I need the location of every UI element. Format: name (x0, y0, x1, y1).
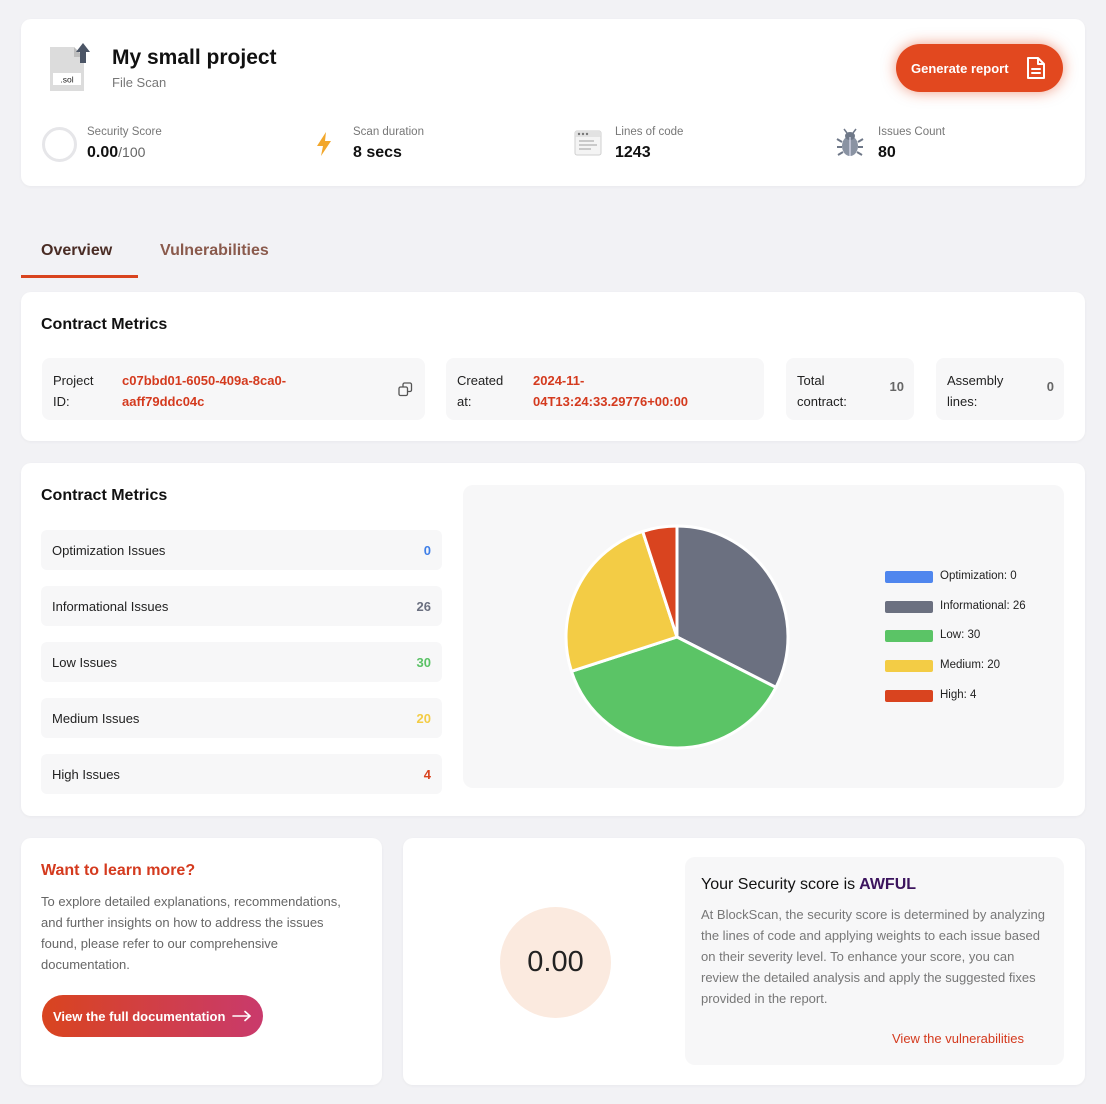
issues-count-stat: Issues Count 80 (836, 125, 1036, 169)
created-at-box: Created at: 2024-11- 04T13:24:33.29776+00:… (446, 358, 764, 420)
issue-value: 26 (416, 599, 431, 614)
project-header-card: .sol My small project File Scan Generate… (21, 19, 1085, 186)
view-documentation-button[interactable]: View the full documentation (42, 995, 263, 1037)
legend-label: Low: 30 (940, 629, 981, 641)
project-id-value: c07bbd01-6050-409a-8ca0- aaff79ddc04c (122, 373, 287, 409)
score-circle: 0.00 (500, 907, 611, 1018)
lightning-icon (317, 132, 331, 156)
total-contract-box: Total contract: 10 (786, 358, 914, 420)
legend-swatch (885, 571, 933, 583)
lines-of-code-stat: Lines of code 1243 (574, 125, 774, 169)
score-ring-icon (42, 127, 77, 162)
learn-more-text: To explore detailed explanations, recomm… (41, 894, 341, 972)
legend-label: Optimization: 0 (940, 570, 1017, 582)
issue-value: 30 (416, 655, 431, 670)
generate-report-label: Generate report (911, 60, 1009, 76)
issue-label: Medium Issues (52, 711, 140, 726)
assembly-lines-box: Assembly lines: 0 (936, 358, 1064, 420)
assembly-lines-label: Assembly lines: (947, 373, 1004, 409)
security-score-card: 0.00 Your Security score is AWFUL At Bloc… (403, 838, 1085, 1085)
learn-more-title: Want to learn more? (41, 862, 196, 879)
scan-duration-stat: Scan duration 8 secs (314, 125, 514, 169)
issue-value: 20 (416, 711, 431, 726)
issue-label: Low Issues (52, 655, 118, 670)
scan-type: File Scan (112, 75, 167, 90)
view-documentation-label: View the full documentation (53, 1008, 226, 1024)
contract-metrics-title: Contract Metrics (41, 316, 168, 333)
total-contract-label: Total contract: (797, 373, 847, 409)
tab-vulnerabilities[interactable]: Vulnerabilities (160, 242, 269, 260)
legend-swatch (885, 630, 933, 642)
copy-icon[interactable] (398, 382, 413, 397)
issue-row-low: Low Issues 30 (41, 642, 442, 682)
score-explanation-panel: Your Security score is AWFUL At BlockScan… (685, 857, 1064, 1065)
issues-metrics-card: Contract Metrics Optimization Issues 0 I… (21, 463, 1085, 816)
score-heading: Your Security score is AWFUL (701, 876, 917, 893)
document-icon (1027, 57, 1045, 79)
issue-row-medium: Medium Issues 20 (41, 698, 442, 738)
issue-label: High Issues (52, 767, 120, 782)
issues-count-label: Issues Count (878, 126, 946, 138)
issues-pie-chart: Optimization: 0 Informational: 26 Low: 3… (463, 485, 1064, 788)
sol-file-icon: .sol (50, 43, 90, 91)
total-contract-value: 10 (889, 379, 904, 394)
lines-of-code-label: Lines of code (615, 126, 684, 138)
scan-duration-value: 8 secs (353, 144, 402, 161)
lines-of-code-value: 1243 (615, 144, 651, 161)
code-window-icon (574, 130, 602, 156)
legend-label: Informational: 26 (940, 600, 1026, 612)
legend-swatch (885, 601, 933, 613)
learn-more-card: Want to learn more? To explore detailed … (21, 838, 382, 1085)
arrow-right-icon (232, 1010, 251, 1022)
score-rating: AWFUL (859, 876, 917, 893)
project-id-label: Project ID: (53, 373, 94, 409)
bug-icon (836, 128, 864, 156)
view-vulnerabilities-link[interactable]: View the vulnerabilities (892, 1031, 1024, 1046)
assembly-lines-value: 0 (1046, 379, 1054, 394)
security-score-value: 0.00/100 (87, 144, 146, 161)
issue-value: 4 (423, 767, 431, 782)
score-description: At BlockScan, the security score is dete… (701, 907, 1045, 1006)
legend-label: High: 4 (940, 689, 977, 701)
security-score-label: Security Score (87, 126, 162, 138)
issue-row-high: High Issues 4 (41, 754, 442, 794)
issue-label: Optimization Issues (52, 543, 166, 558)
project-title: My small project (112, 46, 277, 69)
security-score-stat: Security Score 0.00/100 (41, 125, 241, 169)
created-at-label: Created at: (457, 373, 504, 409)
legend-swatch (885, 660, 933, 672)
tab-overview[interactable]: Overview (41, 242, 112, 260)
issues-metrics-title: Contract Metrics (41, 487, 168, 504)
file-ext-label: .sol (60, 75, 73, 85)
legend-swatch (885, 690, 933, 702)
issues-count-value: 80 (878, 144, 896, 161)
created-at-value: 2024-11- 04T13:24:33.29776+00:00 (533, 373, 689, 409)
contract-metrics-card: Contract Metrics Project ID: c07bbd01-605… (21, 292, 1085, 441)
issue-row-informational: Informational Issues 26 (41, 586, 442, 626)
legend-label: Medium: 20 (940, 659, 1001, 671)
scan-duration-label: Scan duration (353, 126, 424, 138)
issue-row-optimization: Optimization Issues 0 (41, 530, 442, 570)
active-tab-indicator (21, 275, 138, 278)
generate-report-button[interactable]: Generate report (896, 44, 1063, 92)
issue-value: 0 (423, 543, 431, 558)
project-id-box: Project ID: c07bbd01-6050-409a-8ca0- aaff7… (42, 358, 425, 420)
issue-label: Informational Issues (52, 599, 169, 614)
